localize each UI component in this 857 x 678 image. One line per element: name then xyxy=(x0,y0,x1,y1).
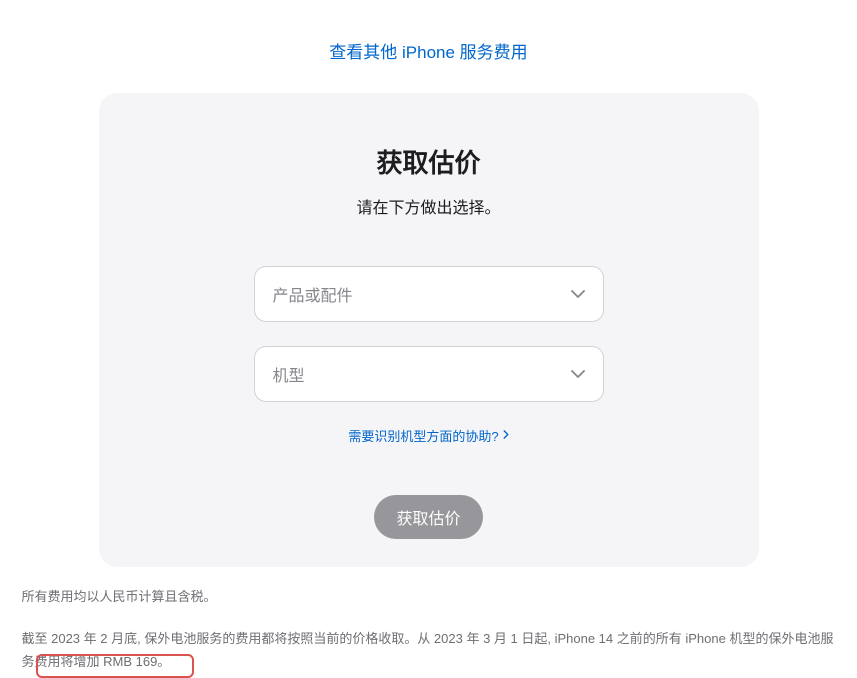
footer-section: 所有费用均以人民币计算且含税。 截至 2023 年 2 月底, 保外电池服务的费… xyxy=(14,587,844,673)
footer-note-currency: 所有费用均以人民币计算且含税。 xyxy=(22,587,836,607)
other-services-link[interactable]: 查看其他 iPhone 服务费用 xyxy=(329,43,527,62)
identify-model-help-link[interactable]: 需要识别机型方面的协助? xyxy=(348,426,508,445)
product-dropdown[interactable]: 产品或配件 xyxy=(254,266,604,322)
chevron-right-icon xyxy=(503,430,509,442)
help-link-label: 需要识别机型方面的协助? xyxy=(348,426,498,445)
estimate-card: 获取估价 请在下方做出选择。 产品或配件 机型 需要识别机型方面的协助? 获取估… xyxy=(99,93,759,567)
chevron-down-icon xyxy=(571,365,585,383)
card-subtitle: 请在下方做出选择。 xyxy=(139,194,719,218)
card-title: 获取估价 xyxy=(139,143,719,180)
product-dropdown-label: 产品或配件 xyxy=(273,282,353,306)
footer-note-price-change: 截至 2023 年 2 月底, 保外电池服务的费用都将按照当前的价格收取。从 2… xyxy=(22,627,836,674)
chevron-down-icon xyxy=(571,285,585,303)
model-dropdown[interactable]: 机型 xyxy=(254,346,604,402)
other-services-link-container: 查看其他 iPhone 服务费用 xyxy=(0,0,857,93)
model-dropdown-label: 机型 xyxy=(273,362,305,386)
get-estimate-button[interactable]: 获取估价 xyxy=(374,495,482,539)
